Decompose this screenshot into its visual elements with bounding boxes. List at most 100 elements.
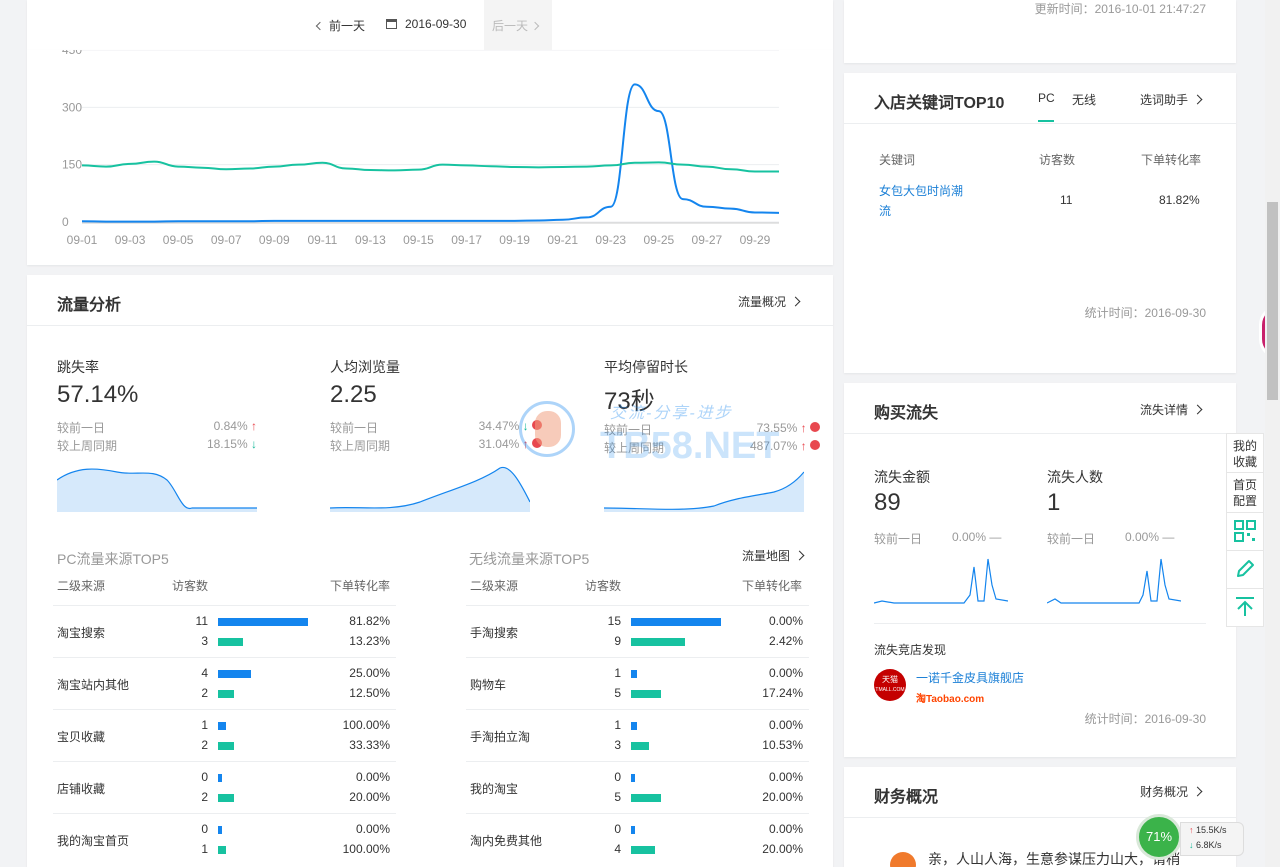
conversion-rate-secondary: 12.50%: [349, 686, 390, 700]
traffic-title: 流量分析: [57, 297, 122, 314]
date-label: 2016-09-30: [405, 17, 467, 31]
visitor-bar-secondary: [631, 638, 685, 646]
competitor-link[interactable]: 一诺千金皮具旗舰店: [916, 669, 1024, 686]
loss-amount-compare-label: 较前一日: [874, 532, 923, 546]
row-divider: [466, 813, 809, 814]
keywords-title: 入店关键词TOP10: [874, 95, 1005, 112]
x-tick-label: 09-19: [499, 233, 530, 247]
trend-card: 前一天 2016-09-30 后一天: [27, 0, 833, 50]
visitor-bar-primary: [631, 722, 637, 730]
conversion-rate-primary: 0.00%: [768, 718, 803, 732]
visitor-bar-secondary: [631, 742, 649, 750]
traffic-map-label: 流量地图: [742, 549, 791, 563]
source-name[interactable]: 购物车: [470, 676, 506, 693]
pencil-icon: [1237, 560, 1254, 577]
mobile-col-visitors: 访客数: [585, 579, 622, 593]
source-name[interactable]: 淘宝搜索: [57, 624, 105, 641]
y-tick-label: 150: [62, 158, 82, 172]
prev-day-label: 前一天: [329, 19, 366, 33]
keyword-rate: 81.82%: [1159, 193, 1200, 207]
arrow-up-icon: ↑: [251, 419, 257, 433]
x-tick-label: 09-01: [67, 233, 98, 247]
source-name[interactable]: 店铺收藏: [57, 780, 105, 797]
back-to-top-button[interactable]: [1226, 589, 1264, 627]
download-arrow-icon: ↓: [1189, 840, 1194, 850]
row-divider: [53, 657, 396, 658]
visitor-count-primary: 1: [201, 718, 208, 732]
scrollbar-thumb[interactable]: [1267, 202, 1278, 400]
source-name[interactable]: 我的淘宝首页: [57, 832, 129, 849]
week-compare: 较上周同期 31.04% ↑: [330, 437, 542, 454]
conversion-rate-primary: 0.00%: [768, 666, 803, 680]
tab-pc[interactable]: PC: [1038, 91, 1055, 105]
loss-people-sparkline: [1047, 558, 1181, 604]
keyword-helper-link[interactable]: 选词助手: [1140, 91, 1203, 108]
conversion-rate-primary: 81.82%: [349, 614, 390, 628]
finance-overview-label: 财务概况: [1140, 785, 1189, 799]
loss-people-compare-label: 较前一日: [1047, 532, 1096, 546]
source-name[interactable]: 宝贝收藏: [57, 728, 105, 745]
visitor-count-secondary: 3: [614, 738, 621, 752]
bounce-sparkline: [57, 468, 257, 512]
day-compare-value: 0.84%: [213, 419, 248, 433]
trend-chart-card: 450 300 150 0 09-01 09-03 09-05 09-07 09-09 09-11…: [27, 50, 833, 265]
week-compare-value: 31.04%: [478, 437, 520, 451]
keyword-link[interactable]: 女包大包时尚潮 流: [879, 181, 963, 221]
metric-bounce: 跳失率 57.14% 较前一日 0.84% ↑ 较上周同期 18.15% ↓: [57, 357, 257, 517]
loss-detail-link[interactable]: 流失详情: [1140, 401, 1203, 418]
traffic-card: 流量分析 流量概况 跳失率 57.14% 较前一日 0.84% ↑ 较上周同期 …: [27, 275, 833, 867]
home-config-button[interactable]: 首页配置: [1226, 473, 1264, 513]
flat-icon: —: [1162, 530, 1175, 544]
source-name[interactable]: 手淘拍立淘: [470, 728, 530, 745]
prev-day-button[interactable]: 前一天: [315, 17, 366, 34]
day-compare-label: 较前一日: [330, 421, 379, 435]
conversion-rate-secondary: 20.00%: [349, 790, 390, 804]
source-name[interactable]: 我的淘宝: [470, 780, 518, 797]
tab-mobile[interactable]: 无线: [1072, 91, 1096, 108]
loss-amount-compare-value: 0.00%: [952, 530, 987, 544]
conversion-rate-secondary: 10.53%: [762, 738, 803, 752]
metric-label: 平均停留时长: [604, 359, 688, 375]
scrollbar-track[interactable]: [1265, 0, 1280, 867]
edit-button[interactable]: [1226, 551, 1264, 589]
traffic-divider: [27, 325, 833, 326]
net-percent: 71%: [1145, 829, 1173, 844]
visitor-count-secondary: 2: [201, 738, 208, 752]
mobile-col-source: 二级来源: [470, 579, 519, 593]
visitor-bar-primary: [218, 618, 308, 626]
x-tick-label: 09-17: [451, 233, 482, 247]
next-day-button[interactable]: 后一天: [484, 0, 552, 50]
source-name[interactable]: 淘内免费其他: [470, 832, 542, 849]
date-picker[interactable]: 2016-09-30: [386, 17, 466, 31]
source-name[interactable]: 淘宝站内其他: [57, 676, 129, 693]
conversion-rate-secondary: 20.00%: [762, 790, 803, 804]
keywords-card: 入店关键词TOP10 PC 无线 选词助手 关键词 访客数 下单转化率 女包大包…: [844, 73, 1236, 373]
kw-col-keyword: 关键词: [879, 153, 916, 167]
visitor-bar-primary: [218, 774, 222, 782]
week-compare-label: 较上周同期: [330, 439, 391, 453]
metric-value: 57.14%: [57, 381, 139, 408]
conversion-rate-secondary: 100.00%: [342, 842, 390, 856]
trend-chart: 450 300 150 0 09-01 09-03 09-05 09-07 09-09 09-11…: [62, 50, 780, 247]
traffic-overview-link[interactable]: 流量概况: [738, 293, 801, 310]
visitor-count-primary: 0: [614, 822, 621, 836]
visitor-bar-primary: [218, 722, 227, 730]
traffic-map-link[interactable]: 流量地图: [742, 547, 805, 564]
metric-pageviews: 人均浏览量 2.25 较前一日 34.47% ↓ 较上周同期 31.04% ↑: [330, 357, 542, 517]
day-compare-value: 34.47%: [478, 419, 520, 433]
row-divider: [466, 709, 809, 710]
my-favorites-button[interactable]: 我的收藏: [1226, 433, 1264, 473]
visitor-count-secondary: 2: [201, 790, 208, 804]
tmall-badge-text: 天猫: [882, 675, 898, 684]
qrcode-button[interactable]: [1226, 513, 1264, 551]
update-time: 更新时间：2016-10-01 21:47:27: [1034, 2, 1206, 16]
conversion-rate-secondary: 33.33%: [349, 738, 390, 752]
x-tick-label: 09-23: [595, 233, 626, 247]
conversion-rate-primary: 0.00%: [768, 770, 803, 784]
net-speed-widget: 71% ↑ 15.5K/s ↓ 6.8K/s: [1136, 814, 1244, 862]
source-name[interactable]: 手淘搜索: [470, 624, 518, 641]
visitor-bar-secondary: [218, 638, 243, 646]
mobile-sources-title: 无线流量来源TOP5: [469, 551, 590, 567]
week-compare: 较上周同期 18.15% ↓: [57, 437, 257, 454]
finance-overview-link[interactable]: 财务概况: [1140, 783, 1203, 800]
